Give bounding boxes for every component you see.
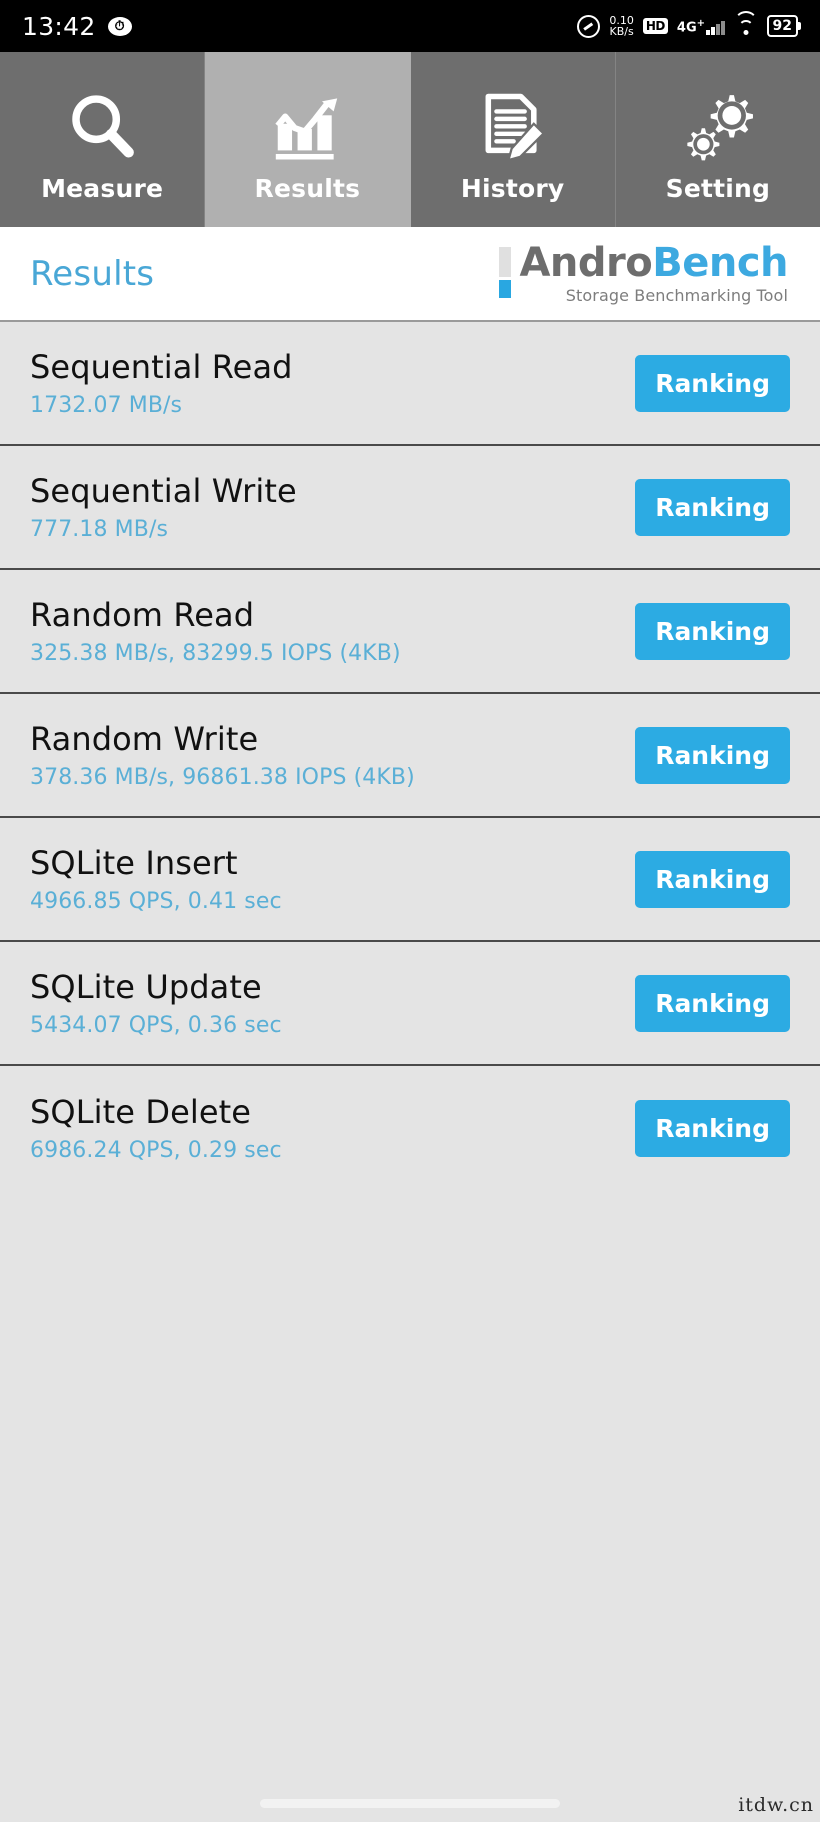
alarm-icon: ⏱ <box>107 16 132 36</box>
result-value: 325.38 MB/s, 83299.5 IOPS (4KB) <box>30 641 401 666</box>
status-clock: 13:42 <box>22 11 96 41</box>
bar-chart-icon <box>268 84 346 170</box>
table-row[interactable]: SQLite Delete 6986.24 QPS, 0.29 sec Rank… <box>0 1066 820 1190</box>
tab-setting-label: Setting <box>665 174 771 203</box>
logo-bar-blue <box>499 280 512 298</box>
gears-icon <box>679 84 757 170</box>
table-row[interactable]: SQLite Update 5434.07 QPS, 0.36 sec Rank… <box>0 942 820 1066</box>
navigation-pill[interactable] <box>260 1799 560 1808</box>
tab-history-label: History <box>460 174 565 203</box>
tab-history[interactable]: History <box>411 52 616 227</box>
logo-bar-gray <box>499 247 512 277</box>
document-pencil-icon <box>474 84 552 170</box>
result-title: Sequential Write <box>30 472 297 510</box>
battery-indicator: 92 <box>766 15 802 37</box>
logo-subtitle: Storage Benchmarking Tool <box>565 286 788 305</box>
result-title: SQLite Insert <box>30 844 238 882</box>
row-text-block: Sequential Read 1732.07 MB/s <box>30 348 293 418</box>
result-title: Random Read <box>30 596 255 634</box>
page-title: Results <box>30 253 155 294</box>
status-bar-left: 13:42 ⏱ <box>22 12 132 41</box>
hd-icon: HD <box>642 18 668 34</box>
result-value: 4966.85 QPS, 0.41 sec <box>30 889 282 914</box>
status-bar: 13:42 ⏱ 0.10 KB/s HD 4G+ 92 <box>0 0 820 52</box>
row-text-block: Sequential Write 777.18 MB/s <box>30 472 297 542</box>
logo-bench: Bench <box>652 240 788 286</box>
ranking-button[interactable]: Ranking <box>635 726 790 784</box>
result-value: 777.18 MB/s <box>30 517 169 542</box>
tab-results[interactable]: Results <box>205 52 411 227</box>
page-header: Results AndroBench Storage Benchmarking … <box>0 227 820 322</box>
result-value: 378.36 MB/s, 96861.38 IOPS (4KB) <box>30 765 415 790</box>
tab-measure-label: Measure <box>41 174 164 203</box>
wifi-icon <box>733 11 758 35</box>
tab-measure[interactable]: Measure <box>0 52 206 227</box>
row-text-block: SQLite Delete 6986.24 QPS, 0.29 sec <box>30 1093 282 1163</box>
cellular-indicator: 4G+ <box>676 17 725 36</box>
table-row[interactable]: SQLite Insert 4966.85 QPS, 0.41 sec Rank… <box>0 818 820 942</box>
table-row[interactable]: Random Read 325.38 MB/s, 83299.5 IOPS (4… <box>0 570 820 694</box>
result-title: Random Write <box>30 720 259 758</box>
result-title: Sequential Read <box>30 348 293 386</box>
row-text-block: Random Read 325.38 MB/s, 83299.5 IOPS (4… <box>30 596 401 666</box>
empty-area: itdw.cn <box>0 1506 820 1822</box>
signal-bars-icon <box>706 20 725 35</box>
table-row[interactable]: Random Write 378.36 MB/s, 96861.38 IOPS … <box>0 694 820 818</box>
row-text-block: Random Write 378.36 MB/s, 96861.38 IOPS … <box>30 720 415 790</box>
logo-mark-icon <box>499 242 512 298</box>
app-screen: 13:42 ⏱ 0.10 KB/s HD 4G+ 92 Measure Resu… <box>0 0 820 1822</box>
result-value: 6986.24 QPS, 0.29 sec <box>30 1138 282 1163</box>
ranking-button[interactable]: Ranking <box>635 602 790 660</box>
result-value: 5434.07 QPS, 0.36 sec <box>30 1013 282 1038</box>
ranking-button[interactable]: Ranking <box>635 354 790 412</box>
table-row[interactable]: Sequential Read 1732.07 MB/s Ranking <box>0 322 820 446</box>
ranking-button[interactable]: Ranking <box>635 478 790 536</box>
ranking-button[interactable]: Ranking <box>635 1099 790 1157</box>
androbench-logo: AndroBench Storage Benchmarking Tool <box>499 242 788 305</box>
logo-text-block: AndroBench Storage Benchmarking Tool <box>519 242 788 305</box>
ranking-button[interactable]: Ranking <box>635 974 790 1032</box>
tab-results-label: Results <box>254 174 361 203</box>
status-bar-right: 0.10 KB/s HD 4G+ 92 <box>577 11 802 38</box>
watermark: itdw.cn <box>738 1794 814 1816</box>
network-speed-unit: KB/s <box>609 25 634 38</box>
results-list: Sequential Read 1732.07 MB/s Ranking Seq… <box>0 322 820 1506</box>
row-text-block: SQLite Update 5434.07 QPS, 0.36 sec <box>30 968 282 1038</box>
tab-bar: Measure Results History Setting <box>0 52 820 227</box>
result-value: 1732.07 MB/s <box>30 393 183 418</box>
network-type-label: 4G+ <box>676 18 706 36</box>
logo-wordmark: AndroBench <box>519 242 788 284</box>
result-title: SQLite Delete <box>30 1093 252 1131</box>
result-title: SQLite Update <box>30 968 262 1006</box>
ranking-button[interactable]: Ranking <box>635 850 790 908</box>
logo-andro: Andro <box>519 240 653 286</box>
speedometer-icon <box>577 14 601 38</box>
network-speed: 0.10 KB/s <box>609 14 634 38</box>
tab-setting[interactable]: Setting <box>616 52 820 227</box>
magnifier-icon <box>63 84 141 170</box>
row-text-block: SQLite Insert 4966.85 QPS, 0.41 sec <box>30 844 282 914</box>
table-row[interactable]: Sequential Write 777.18 MB/s Ranking <box>0 446 820 570</box>
